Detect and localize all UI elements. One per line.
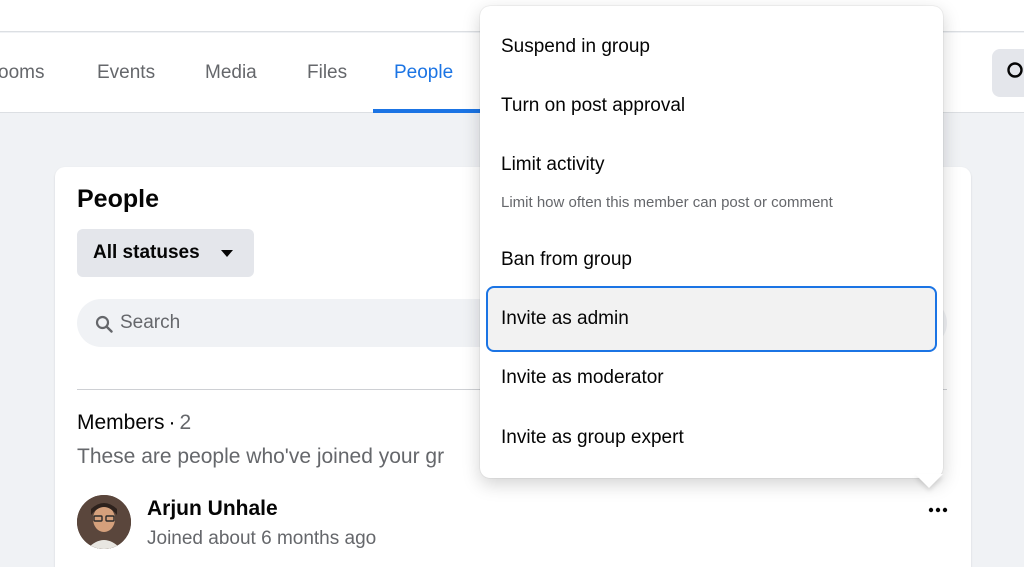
member-actions-menu: Suspend in group Turn on post approval L… — [480, 6, 943, 478]
menu-item-label: Invite as moderator — [501, 367, 664, 388]
search-icon — [95, 315, 113, 333]
members-heading: Members · 2 — [77, 411, 191, 435]
tab-people[interactable]: People — [394, 33, 453, 113]
more-icon[interactable] — [927, 505, 949, 515]
limit-activity-description: Limit how often this member can post or … — [501, 194, 833, 211]
active-tab-indicator — [373, 109, 481, 113]
status-filter-dropdown[interactable]: All statuses — [77, 229, 254, 277]
tab-files[interactable]: Files — [307, 33, 347, 113]
avatar[interactable] — [77, 495, 131, 549]
status-filter-label: All statuses — [93, 242, 200, 263]
members-description: These are people who've joined your gr — [77, 445, 445, 468]
menu-item-invite-moderator[interactable]: Invite as moderator — [486, 345, 937, 411]
menu-item-label: Ban from group — [501, 249, 632, 270]
menu-item-label: Suspend in group — [501, 36, 650, 57]
search-placeholder: Search — [120, 312, 181, 333]
menu-item-suspend[interactable]: Suspend in group — [486, 14, 937, 80]
menu-item-label: Limit activity — [501, 154, 605, 175]
member-name[interactable]: Arjun Unhale — [147, 497, 278, 521]
menu-item-ban[interactable]: Ban from group — [486, 227, 937, 293]
members-separator: · — [168, 411, 176, 434]
menu-item-limit-activity[interactable]: Limit activity — [486, 132, 937, 228]
menu-item-invite-expert[interactable]: Invite as group expert — [486, 405, 937, 471]
search-icon — [1007, 62, 1023, 78]
search-tab-button[interactable] — [992, 49, 1024, 97]
members-label: Members — [77, 411, 165, 434]
menu-item-label: Turn on post approval — [501, 95, 686, 116]
menu-item-post-approval[interactable]: Turn on post approval — [486, 73, 937, 139]
tab-events[interactable]: Events — [97, 33, 155, 113]
members-count: 2 — [179, 411, 192, 434]
tab-rooms[interactable]: ooms — [0, 33, 44, 113]
page-title: People — [77, 185, 159, 213]
menu-pointer — [915, 474, 943, 488]
menu-item-invite-admin[interactable]: Invite as admin — [486, 286, 937, 352]
caret-down-icon — [221, 250, 233, 257]
tab-media[interactable]: Media — [205, 33, 257, 113]
menu-item-label: Invite as group expert — [501, 427, 684, 448]
avatar-image — [77, 495, 131, 549]
member-joined-date: Joined about 6 months ago — [147, 528, 377, 549]
menu-item-label: Invite as admin — [501, 308, 629, 329]
